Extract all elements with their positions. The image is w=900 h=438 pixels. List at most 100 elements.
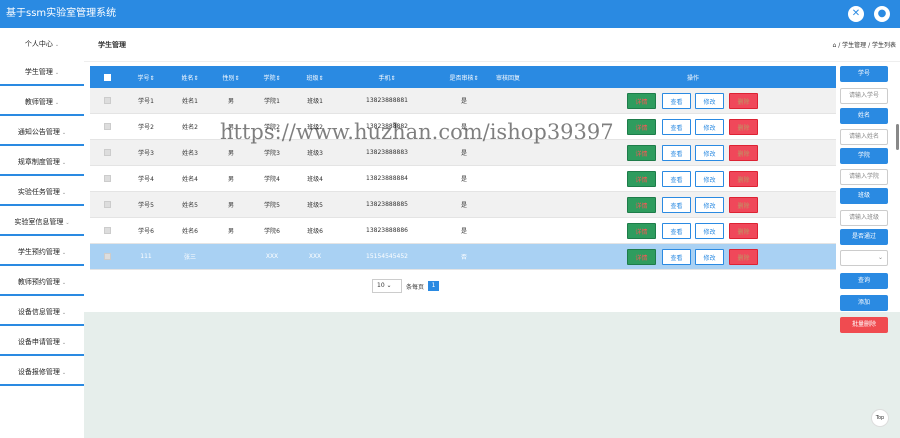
delete-button[interactable]: 删除 (729, 93, 758, 109)
college-input[interactable]: 请输入学院 (840, 169, 888, 185)
sidebar-item-label: 实验室信息管理 (14, 218, 64, 226)
delete-button[interactable]: 删除 (729, 171, 758, 187)
current-page-button[interactable]: 1 (428, 281, 439, 291)
user-icon[interactable]: ● (874, 6, 890, 22)
sidebar-item[interactable]: 教师管理 ⌄ (0, 88, 84, 116)
table-row: 学号2 姓名2 男学院2 班级2 13823888882 是详情 查看 修改 删除 (90, 114, 836, 140)
table-cell (478, 114, 538, 139)
table-cell: 15154545452 (366, 253, 408, 260)
edit-button[interactable]: 修改 (695, 223, 724, 239)
page-size-select[interactable]: 10 ⌄ (372, 279, 402, 293)
edit-button[interactable]: 修改 (695, 171, 724, 187)
view-button[interactable]: 查看 (662, 223, 691, 239)
delete-button[interactable]: 删除 (729, 249, 758, 265)
delete-button[interactable]: 删除 (729, 119, 758, 135)
table-cell: 13823888883 (366, 149, 408, 156)
chevron-down-icon: ⌄ (54, 42, 60, 48)
sidebar-item-label: 个人中心 (24, 40, 53, 48)
table-cell: 13823888882 (366, 123, 408, 130)
sidebar-item[interactable]: 学生管理 ⌄ (0, 58, 84, 86)
student-id-input[interactable]: 请输入学号 (840, 88, 888, 104)
delete-button[interactable]: 删除 (729, 197, 758, 213)
edit-button[interactable]: 修改 (695, 119, 724, 135)
detail-button[interactable]: 详情 (627, 119, 656, 135)
table-cell: 班级5 (307, 202, 323, 209)
back-to-top-button[interactable]: Top (871, 409, 889, 427)
sidebar-item-label: 实验任务管理 (17, 188, 60, 196)
view-button[interactable]: 查看 (662, 249, 691, 265)
sidebar-item-label: 教师预约管理 (17, 278, 60, 286)
table-cell: XXX (308, 253, 322, 260)
edit-button[interactable]: 修改 (695, 93, 724, 109)
sidebar-item[interactable]: 设备信息管理 ⌄ (0, 298, 84, 326)
query-button[interactable]: 查询 (840, 273, 888, 289)
view-button[interactable]: 查看 (662, 145, 691, 161)
sidebar: 个人中心 ⌄ 学生管理 ⌄ 教师管理 ⌄ 通知公告管理 ⌄ 规章制度管理 ⌄ 实验任务管理 ⌄ 实验室信… (0, 28, 84, 438)
detail-button[interactable]: 详情 (627, 171, 656, 187)
edit-button[interactable]: 修改 (695, 197, 724, 213)
table-row: 学号5 姓名5 男学院5 班级5 13823888885 是详情 查看 修改 删除 (90, 192, 836, 218)
table-cell (478, 166, 538, 191)
detail-button[interactable]: 详情 (627, 223, 656, 239)
main-background (84, 312, 900, 438)
chevron-down-icon: ⌄ (54, 100, 60, 106)
table-cell: 13823888881 (366, 97, 408, 104)
sidebar-item[interactable]: 学生预约管理 ⌄ (0, 238, 84, 266)
detail-button[interactable]: 详情 (627, 249, 656, 265)
table-row: 学号1 姓名1 男学院1 班级1 13823888881 是详情 查看 修改 删除 (90, 88, 836, 114)
approved-select[interactable]: ⌄ (840, 250, 888, 266)
page-header: 学生管理 ⌂ / 学生管理 / 学生列表 (84, 28, 900, 62)
table-cell (478, 140, 538, 165)
sidebar-item-label: 通知公告管理 (17, 128, 60, 136)
chevron-down-icon: ⌄ (61, 250, 67, 256)
class-input[interactable]: 请输入班级 (840, 210, 888, 226)
detail-button[interactable]: 详情 (627, 197, 656, 213)
breadcrumb[interactable]: ⌂ / 学生管理 / 学生列表 (833, 40, 896, 49)
delete-button[interactable]: 删除 (729, 223, 758, 239)
column-header[interactable]: 操作 (663, 66, 723, 88)
view-button[interactable]: 查看 (662, 197, 691, 213)
name-label: 姓名 (840, 108, 888, 124)
sidebar-item[interactable]: 实验任务管理 ⌄ (0, 178, 84, 206)
table-header-row: 学号⇕ 姓名⇕ 性别⇕ 学院⇕ 班级⇕ 手机⇕ 是否审核⇕ 审核回复 操作 (90, 66, 836, 88)
scrollbar[interactable] (896, 124, 899, 150)
sidebar-item[interactable]: 设备报修管理 ⌄ (0, 358, 84, 386)
sidebar-item[interactable]: 实验室信息管理 ⌄ (0, 208, 84, 236)
column-header[interactable]: 班级⇕ (285, 66, 345, 88)
detail-button[interactable]: 详情 (627, 145, 656, 161)
column-header[interactable]: 审核回复 (478, 66, 538, 88)
sidebar-item-label: 教师管理 (24, 98, 53, 106)
page-title: 学生管理 (98, 41, 126, 49)
column-header[interactable]: 手机⇕ (357, 66, 417, 88)
chevron-down-icon: ⌄ (65, 220, 70, 226)
delete-button[interactable]: 删除 (729, 145, 758, 161)
table-cell: 班级4 (307, 176, 323, 183)
sidebar-item-label: 学生预约管理 (17, 248, 60, 256)
view-button[interactable]: 查看 (662, 119, 691, 135)
edit-button[interactable]: 修改 (695, 145, 724, 161)
chevron-down-icon: ⌄ (61, 190, 67, 196)
table-cell: 13823888886 (366, 227, 408, 234)
name-input[interactable]: 请输入姓名 (840, 129, 888, 145)
table-cell: 13823888884 (366, 175, 408, 182)
edit-button[interactable]: 修改 (695, 249, 724, 265)
close-icon[interactable]: ✕ (848, 6, 864, 22)
table-cell: 班级6 (307, 228, 323, 235)
student-table: 学号⇕ 姓名⇕ 性别⇕ 学院⇕ 班级⇕ 手机⇕ 是否审核⇕ 审核回复 操作 学号1 姓名1 男学院1 班… (90, 66, 836, 270)
view-button[interactable]: 查看 (662, 171, 691, 187)
detail-button[interactable]: 详情 (627, 93, 656, 109)
chevron-down-icon: ⌄ (61, 340, 67, 346)
chevron-down-icon: ⌄ (61, 310, 67, 316)
chevron-down-icon: ⌄ (61, 370, 67, 376)
sidebar-item[interactable]: 规章制度管理 ⌄ (0, 148, 84, 176)
table-cell (478, 88, 538, 113)
sidebar-item[interactable]: 个人中心 ⌄ (0, 30, 84, 58)
add-button[interactable]: 添加 (840, 295, 888, 311)
batch-delete-button[interactable]: 批量删除 (840, 317, 888, 333)
sidebar-item[interactable]: 教师预约管理 ⌄ (0, 268, 84, 296)
table-row: 学号3 姓名3 男学院3 班级3 13823888883 是详情 查看 修改 删除 (90, 140, 836, 166)
sidebar-item[interactable]: 设备申请管理 ⌄ (0, 328, 84, 356)
sidebar-item-label: 设备信息管理 (17, 308, 60, 316)
view-button[interactable]: 查看 (662, 93, 691, 109)
sidebar-item[interactable]: 通知公告管理 ⌄ (0, 118, 84, 146)
